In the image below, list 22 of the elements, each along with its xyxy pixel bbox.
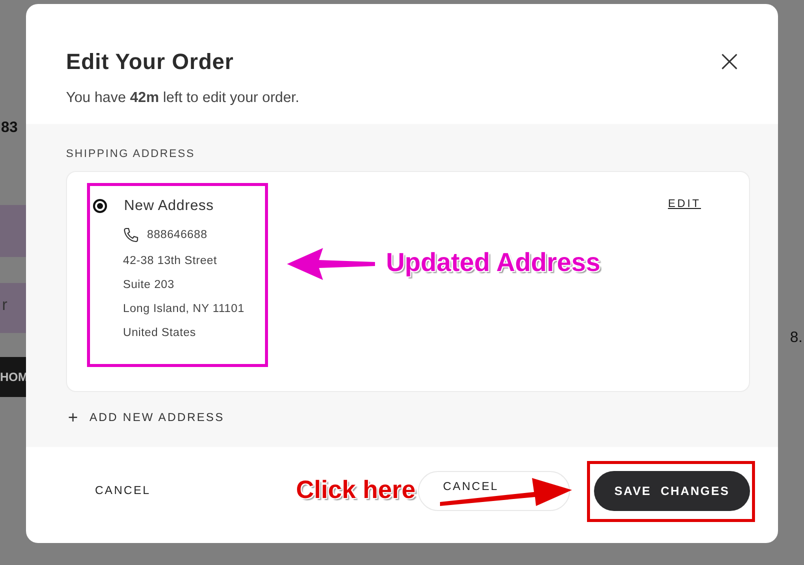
phone-icon	[123, 227, 139, 243]
phone-number: 888646688	[147, 229, 208, 241]
annotation-text: Click here	[296, 476, 416, 505]
price-text: 8.	[790, 329, 803, 346]
address-line: Suite 203	[123, 278, 176, 293]
address-line: United States	[123, 326, 197, 341]
order-number: 83	[1, 119, 18, 136]
save-changes-button[interactable]: SAVE CHANGES	[594, 471, 750, 511]
dialog-title: Edit Your Order	[66, 49, 234, 75]
arrow-icon	[285, 246, 377, 282]
edit-link[interactable]: EDIT	[668, 198, 701, 214]
address-line: Long Island, NY 11101	[123, 302, 244, 317]
add-address-button[interactable]: + ADD NEW ADDRESS	[66, 408, 224, 428]
address-name: New Address	[124, 198, 214, 214]
section-label: SHIPPING ADDRESS	[66, 147, 196, 162]
time-left-text: You have 42m left to edit your order.	[66, 89, 300, 108]
radio-button[interactable]	[93, 199, 107, 213]
cancel-button[interactable]: CANCEL	[95, 471, 151, 511]
close-button[interactable]: ×	[716, 48, 742, 76]
address-line: 42-38 13th Street	[123, 254, 218, 269]
annotation-text: Updated Address	[386, 247, 600, 278]
banner-text: r	[2, 297, 8, 315]
